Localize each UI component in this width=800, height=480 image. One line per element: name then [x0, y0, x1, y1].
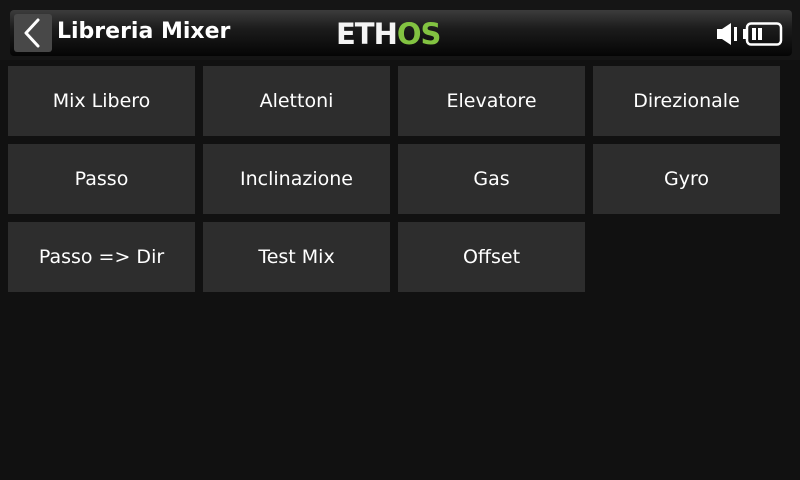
mixer-tile[interactable]: Alettoni — [203, 66, 390, 136]
header-bar: Libreria Mixer ETHOS — [0, 0, 800, 60]
chevron-left-icon — [24, 18, 40, 48]
mixer-tile[interactable]: Test Mix — [203, 222, 390, 292]
back-button[interactable] — [14, 14, 52, 52]
mixer-tile[interactable]: Inclinazione — [203, 144, 390, 214]
mixer-tile[interactable]: Passo — [8, 144, 195, 214]
mixer-tile[interactable]: Passo => Dir — [8, 222, 195, 292]
mixer-tile[interactable]: Offset — [398, 222, 585, 292]
logo-accent-text: OS — [396, 17, 442, 51]
page-title: Libreria Mixer — [57, 19, 231, 44]
ethos-logo: ETHOS — [336, 17, 442, 51]
mixer-tile[interactable]: Gas — [398, 144, 585, 214]
mixer-tile[interactable]: Mix Libero — [8, 66, 195, 136]
mixer-tile[interactable]: Elevatore — [398, 66, 585, 136]
logo-main-text: ETH — [336, 17, 398, 51]
mixer-tile[interactable]: Direzionale — [593, 66, 780, 136]
speaker-icon[interactable] — [716, 21, 740, 47]
mixer-tile[interactable]: Gyro — [593, 144, 780, 214]
battery-icon — [743, 22, 783, 46]
